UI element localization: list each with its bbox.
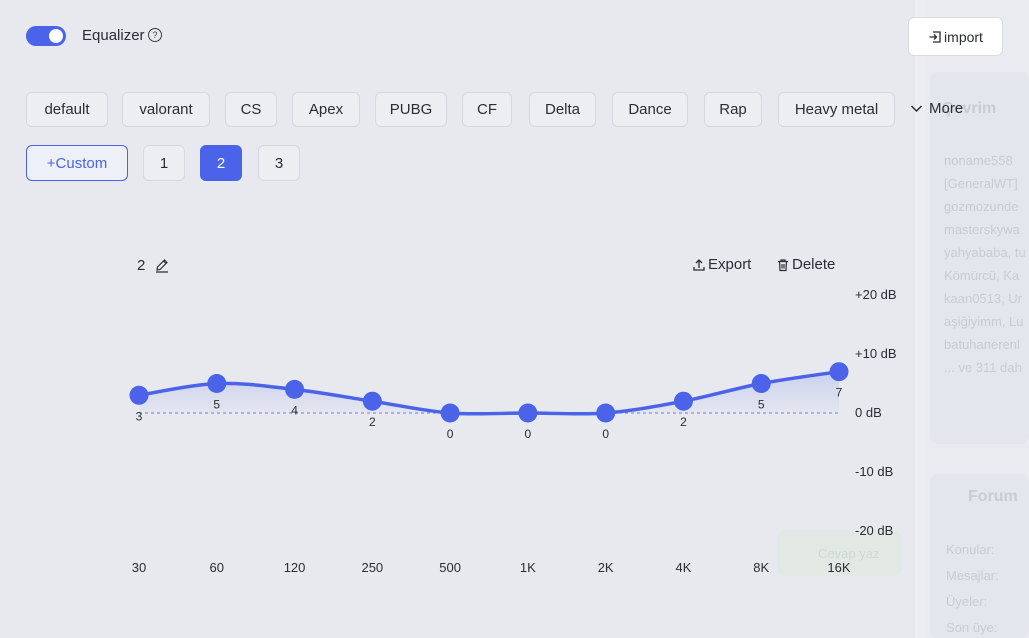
y-tick-label: -10 dB [855,464,893,479]
eq-band-handle[interactable] [362,391,382,411]
eq-band-handle[interactable] [285,379,305,399]
eq-band-handle[interactable] [829,362,849,382]
band-value-label: 4 [291,403,298,417]
frequency-label: 500 [439,560,461,575]
frequency-label: 2K [598,560,614,575]
band-value-label: 2 [680,415,687,429]
frequency-label: 30 [132,560,146,575]
frequency-label: 8K [753,560,769,575]
y-tick-label: +20 dB [855,287,897,302]
eq-band-handle[interactable] [596,403,616,423]
eq-band-handle[interactable] [129,385,149,405]
eq-band-handle[interactable] [207,374,227,393]
equalizer-chart[interactable]: +20 dB +10 dB 0 dB -10 dB -20 dB 3 30 5 60 4 120 2 2… [0,0,1029,638]
eq-band-handle[interactable] [440,403,460,423]
eq-band-handle[interactable] [518,403,538,423]
frequency-label: 120 [284,560,306,575]
band-value-label: 0 [525,427,532,441]
y-tick-label: 0 dB [855,405,882,420]
band-value-label: 3 [136,409,143,423]
curve-fill-area [139,371,839,414]
y-tick-label: +10 dB [855,346,897,361]
frequency-label: 4K [675,560,691,575]
frequency-label: 60 [210,560,224,575]
band-value-label: 5 [758,398,765,412]
band-value-label: 0 [602,427,609,441]
frequency-label: 1K [520,560,536,575]
band-value-label: 7 [836,386,843,400]
frequency-label: 16K [827,560,850,575]
band-value-label: 0 [447,427,454,441]
band-value-label: 5 [213,398,220,412]
frequency-label: 250 [361,560,383,575]
y-tick-label: -20 dB [855,523,893,538]
eq-band-handle[interactable] [673,391,693,411]
band-value-label: 2 [369,415,376,429]
eq-band-handle[interactable] [751,374,771,393]
